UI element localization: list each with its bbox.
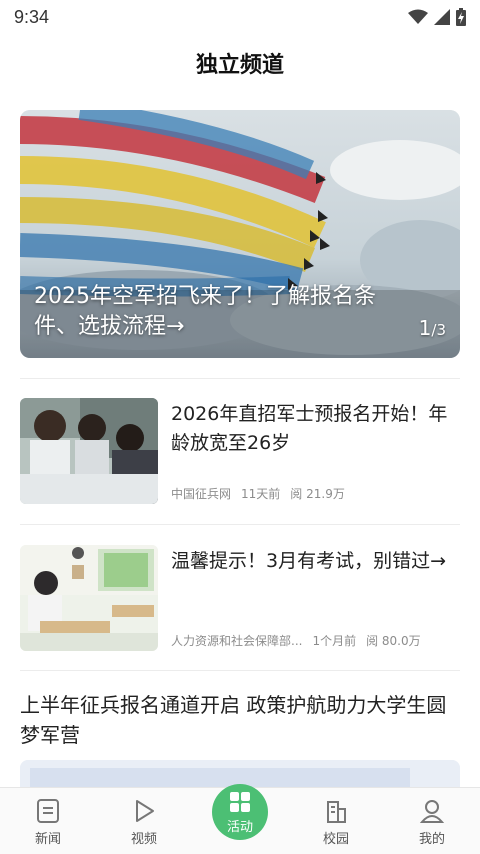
news-title[interactable]: 温馨提示！3月有考试，别错过→ [171,547,456,576]
divider [20,378,460,379]
news-meta: 人力资源和社会保障部... 1个月前 阅 80.0万 [171,632,421,649]
divider [20,524,460,525]
classroom-students-image [20,398,158,504]
wifi-icon [408,9,428,24]
tab-news[interactable]: 新闻 [0,788,96,854]
news-meta: 中国征兵网 11天前 阅 21.9万 [171,485,345,502]
video-icon [136,800,154,822]
page-title: 独立频道 [195,53,284,78]
status-time: 9:34 [14,6,50,27]
tab-label: 活动 [226,819,253,835]
campus-icon [327,801,346,823]
news-reads: 阅 80.0万 [366,634,421,648]
student-studying-illustration [20,545,158,651]
news-item[interactable]: 温馨提示！3月有考试，别错过→ 人力资源和社会保障部... 1个月前 阅 80.… [20,545,460,651]
news-source: 中国征兵网 [171,487,232,501]
tab-activity[interactable]: 活动 [192,784,288,854]
active-tab-indicator: 活动 [212,784,268,840]
tab-label: 视频 [130,832,157,847]
bottom-tab-bar: 新闻 视频 活动 校园 我的 [0,784,480,854]
battery-charging-icon [456,8,466,26]
tab-label: 新闻 [34,832,61,847]
news-icon [37,799,59,823]
carousel-page-indicator: 1/3 [419,316,446,340]
tab-video[interactable]: 视频 [96,788,192,854]
tab-label: 我的 [418,832,445,847]
news-time: 1个月前 [312,634,357,648]
carousel-total-pages: /3 [431,321,446,339]
news-item[interactable]: 2026年直招军士预报名开始！年龄放宽至26岁 中国征兵网 11天前 阅 21.… [20,398,460,504]
banner-carousel[interactable]: 2025年空军招飞来了！了解报名条件、选拔流程→ 1/3 [20,110,460,358]
activity-icon [230,791,250,812]
status-bar: 9:34 [0,0,480,34]
profile-icon [419,800,445,823]
tab-profile[interactable]: 我的 [384,788,480,854]
divider [20,670,460,671]
headline-title[interactable]: 上半年征兵报名通道开启 政策护航助力大学生圆梦军营 [20,690,460,750]
tab-label: 校园 [322,832,349,847]
news-source: 人力资源和社会保障部... [171,634,303,648]
news-thumbnail [20,398,158,504]
cellular-signal-icon [434,9,450,25]
header: 独立频道 [0,34,480,92]
news-reads: 阅 21.9万 [290,487,345,501]
news-time: 11天前 [241,487,281,501]
banner-caption[interactable]: 2025年空军招飞来了！了解报名条件、选拔流程→ [34,282,400,342]
news-thumbnail [20,545,158,651]
tab-campus[interactable]: 校园 [288,788,384,854]
carousel-current-page: 1 [418,316,432,340]
news-title[interactable]: 2026年直招军士预报名开始！年龄放宽至26岁 [171,400,456,458]
